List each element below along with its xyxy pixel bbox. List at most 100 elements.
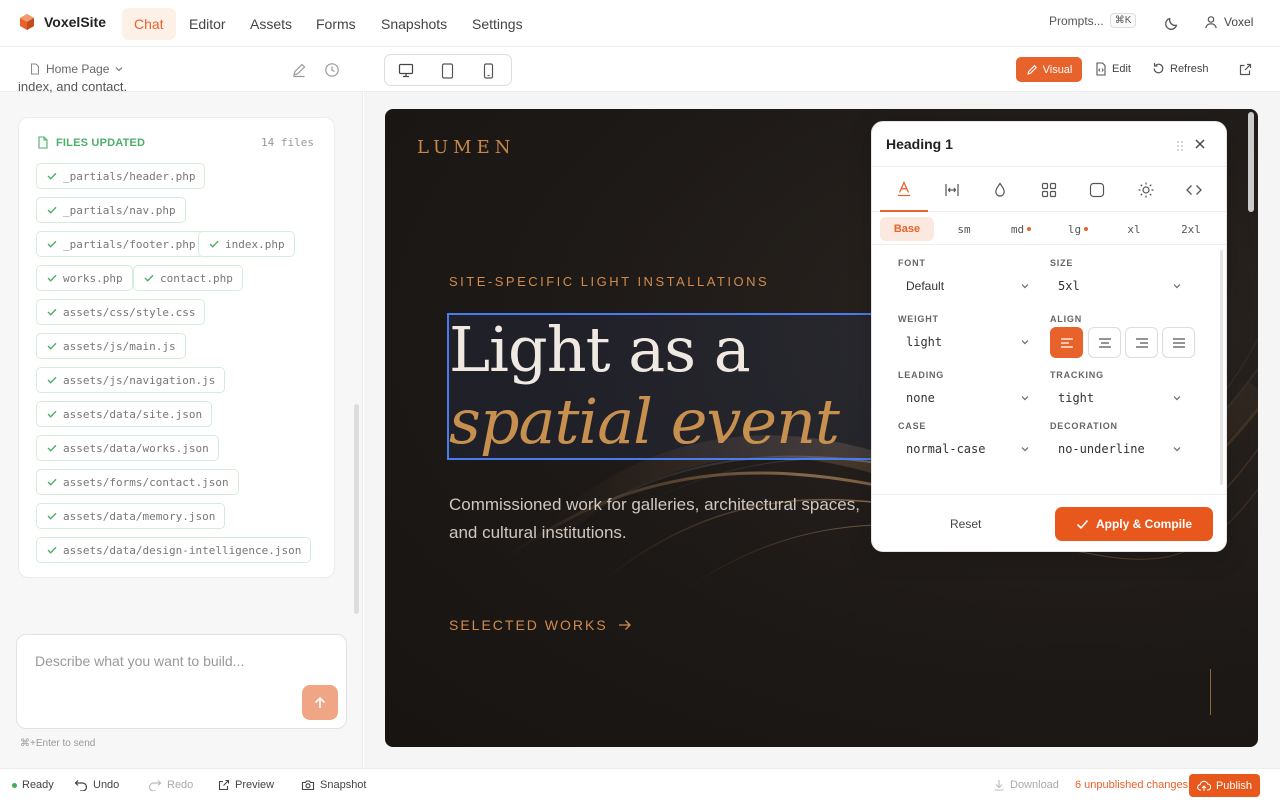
decoration-label: DECORATION — [1050, 421, 1118, 431]
nav-tab-forms[interactable]: Forms — [304, 8, 368, 40]
desktop-icon[interactable] — [398, 63, 414, 78]
close-icon[interactable] — [1194, 138, 1206, 150]
file-chip[interactable]: _partials/header.php — [36, 163, 206, 189]
arrow-right-icon — [618, 619, 632, 631]
download-button[interactable]: Download — [993, 779, 1059, 791]
preview-scrollbar[interactable] — [1248, 112, 1254, 212]
breakpoint-md-label: md — [1010, 222, 1025, 236]
chat-scrollbar[interactable] — [354, 404, 359, 614]
page-selector[interactable]: Home Page — [29, 62, 124, 76]
code-icon[interactable] — [1170, 167, 1218, 212]
preview-button[interactable]: Preview — [218, 779, 274, 791]
visual-label: Visual — [1042, 63, 1073, 76]
chevron-down-icon — [1020, 444, 1030, 454]
file-chip[interactable]: assets/data/site.json — [36, 401, 213, 427]
apply-compile-label: Apply & Compile — [1095, 517, 1192, 531]
file-chip[interactable]: assets/css/style.css — [36, 299, 206, 325]
leading-value: none — [906, 391, 935, 405]
font-label: FONT — [898, 258, 926, 268]
breakpoint-xl[interactable]: xl — [1107, 217, 1161, 241]
size-value: 5xl — [1058, 279, 1080, 293]
send-button[interactable] — [302, 685, 338, 720]
chat-input[interactable]: Describe what you want to build... — [16, 634, 347, 729]
prompts-button[interactable]: Prompts... ⌘K — [1049, 13, 1137, 28]
spacing-icon[interactable] — [928, 167, 976, 212]
user-menu[interactable]: Voxel — [1204, 15, 1253, 29]
reset-button[interactable]: Reset — [950, 517, 981, 531]
edit-pencil-icon[interactable] — [291, 62, 307, 78]
drag-handle-icon[interactable] — [1176, 140, 1184, 152]
file-chip[interactable]: contact.php — [133, 265, 243, 291]
moon-icon[interactable] — [1164, 15, 1180, 31]
file-chip[interactable]: _partials/footer.php — [36, 231, 206, 257]
nav-tab-assets[interactable]: Assets — [238, 8, 304, 40]
panel-scrollbar[interactable] — [1220, 250, 1223, 485]
file-chip[interactable]: works.php — [36, 265, 133, 291]
file-chip[interactable]: assets/data/memory.json — [36, 503, 226, 529]
selected-works-link[interactable]: SELECTED WORKS — [449, 617, 632, 633]
align-left-button[interactable] — [1050, 327, 1083, 358]
download-icon — [993, 779, 1005, 791]
snapshot-button[interactable]: Snapshot — [301, 779, 366, 791]
hero-heading-line2[interactable]: spatial event — [449, 385, 840, 458]
refresh-button[interactable]: Refresh — [1152, 62, 1209, 75]
history-clock-icon[interactable] — [324, 62, 340, 78]
breakpoint-lg[interactable]: lg — [1051, 217, 1105, 241]
nav-tab-editor[interactable]: Editor — [177, 8, 238, 40]
align-justify-button[interactable] — [1162, 327, 1195, 358]
leading-select[interactable]: none — [898, 385, 1036, 411]
file-chip[interactable]: _partials/nav.php — [36, 197, 186, 223]
file-chip[interactable]: assets/data/design-intelligence.json — [36, 537, 312, 563]
modified-dot — [1084, 227, 1089, 231]
brand[interactable]: VoxelSite — [18, 13, 106, 31]
align-center-button[interactable] — [1088, 327, 1121, 358]
check-icon — [209, 240, 219, 248]
breakpoint-md[interactable]: md — [994, 217, 1048, 241]
redo-icon — [148, 779, 162, 791]
leading-label: LEADING — [898, 370, 945, 380]
publish-button[interactable]: Publish — [1189, 774, 1260, 797]
breakpoint-sm[interactable]: sm — [937, 217, 991, 241]
nav-tab-snapshots[interactable]: Snapshots — [369, 8, 459, 40]
edit-code-button[interactable]: Edit — [1095, 62, 1131, 76]
file-chip-label: assets/css/style.css — [63, 305, 196, 319]
color-drop-icon[interactable] — [976, 167, 1024, 212]
tablet-icon[interactable] — [441, 63, 454, 79]
external-link-icon[interactable] — [1239, 63, 1252, 76]
hero-heading-line1[interactable]: Light as a — [449, 313, 751, 386]
breakpoint-base[interactable]: Base — [880, 217, 934, 241]
decoration-select[interactable]: no-underline — [1050, 436, 1188, 462]
files-updated-title: FILES UPDATED — [37, 136, 145, 149]
scroll-indicator-line — [1210, 669, 1211, 715]
file-chip[interactable]: index.php — [198, 231, 295, 257]
file-chip[interactable]: assets/data/works.json — [36, 435, 219, 461]
size-select[interactable]: 5xl — [1050, 273, 1188, 299]
nav-tab-chat[interactable]: Chat — [122, 8, 176, 40]
mobile-icon[interactable] — [483, 63, 494, 79]
typography-icon[interactable] — [880, 167, 928, 212]
apply-compile-button[interactable]: Apply & Compile — [1055, 507, 1213, 541]
undo-button[interactable]: Undo — [74, 779, 119, 791]
publish-label: Publish — [1215, 779, 1253, 792]
file-chip[interactable]: assets/js/main.js — [36, 333, 186, 359]
redo-button[interactable]: Redo — [148, 779, 193, 791]
nav-tab-settings[interactable]: Settings — [460, 8, 535, 40]
case-select[interactable]: normal-case — [898, 436, 1036, 462]
tracking-select[interactable]: tight — [1050, 385, 1188, 411]
modified-dot — [1027, 227, 1032, 231]
layout-grid-icon[interactable] — [1025, 167, 1073, 212]
site-logo[interactable]: LUMEN — [417, 137, 515, 158]
breakpoint-2xl[interactable]: 2xl — [1164, 217, 1218, 241]
weight-select[interactable]: light — [898, 329, 1036, 355]
border-icon[interactable] — [1073, 167, 1121, 212]
file-chip[interactable]: assets/forms/contact.json — [36, 469, 239, 495]
effects-sun-icon[interactable] — [1122, 167, 1170, 212]
file-chip[interactable]: assets/js/navigation.js — [36, 367, 226, 393]
visual-mode-button[interactable]: Visual — [1016, 57, 1082, 82]
align-right-button[interactable] — [1125, 327, 1158, 358]
top-bar: VoxelSite Chat Editor Assets Forms Snaps… — [0, 0, 1280, 47]
preview-toolbar: Visual Edit Refresh — [364, 48, 1280, 92]
file-chip-label: contact.php — [160, 271, 233, 285]
font-select[interactable]: Default — [898, 273, 1036, 299]
case-value: normal-case — [906, 442, 986, 456]
